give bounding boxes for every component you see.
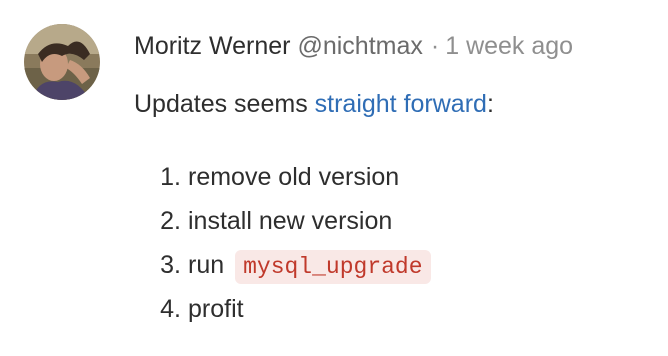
- list-number: 1.: [160, 163, 181, 191]
- list-item-text: install new version: [188, 207, 393, 235]
- separator-dot: ·: [430, 32, 440, 60]
- author-handle-link[interactable]: @nichtmax: [297, 32, 422, 60]
- comment-intro: Updates seems straight forward:: [134, 86, 494, 122]
- comment-timestamp-link[interactable]: 1 week ago: [445, 32, 573, 60]
- user-avatar-photo-icon: [24, 24, 100, 100]
- steps-list: 1. remove old version 2. install new versi…: [134, 158, 431, 334]
- intro-text: Updates seems: [134, 90, 315, 118]
- list-number: 2.: [160, 207, 181, 235]
- list-item: 4. profit: [134, 290, 431, 334]
- author-name-link[interactable]: Moritz Werner: [134, 32, 291, 60]
- list-item-text: profit: [188, 295, 244, 323]
- list-item: 2. install new version: [134, 202, 431, 246]
- list-item-text: remove old version: [188, 163, 400, 191]
- list-number: 3.: [160, 251, 181, 279]
- straight-forward-link[interactable]: straight forward: [315, 90, 487, 118]
- comment-header: Moritz Werner @nichtmax · 1 week ago: [134, 30, 573, 62]
- intro-colon: :: [486, 90, 494, 118]
- author-avatar[interactable]: [24, 24, 100, 100]
- list-number: 4.: [160, 295, 181, 323]
- list-item-text: run: [188, 251, 225, 279]
- comment: Moritz Werner @nichtmax · 1 week ago Updat…: [0, 0, 668, 356]
- list-item: 3. run mysql_upgrade: [134, 246, 431, 290]
- inline-code-mysql-upgrade: mysql_upgrade: [235, 250, 431, 284]
- list-item: 1. remove old version: [134, 158, 431, 202]
